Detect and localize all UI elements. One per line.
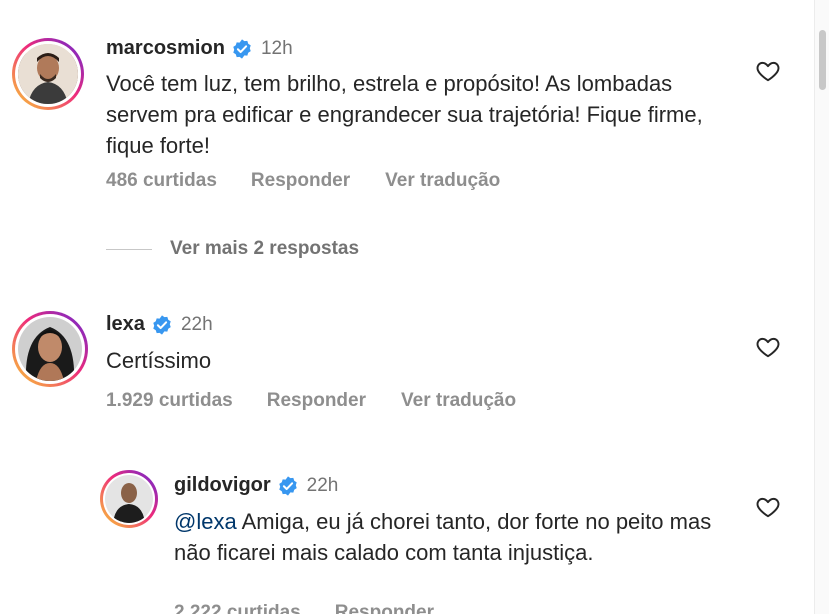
comment-actions: 1.929 curtidas Responder Ver tradução <box>106 390 516 412</box>
mention-link[interactable]: @lexa <box>174 509 237 534</box>
verified-badge-icon <box>233 38 251 59</box>
avatar-photo <box>18 44 78 104</box>
verified-badge-icon <box>153 314 171 335</box>
comment-time: 22h <box>306 474 339 496</box>
heart-icon[interactable] <box>755 494 781 520</box>
comment-header: lexa 22h <box>106 313 213 336</box>
avatar-gildovigor[interactable] <box>100 470 158 528</box>
comment-text: Amiga, eu já chorei tanto, dor forte no … <box>174 509 712 565</box>
avatar-photo <box>18 317 82 381</box>
username[interactable]: lexa <box>106 313 145 336</box>
comment-text: Você tem luz, tem brilho, estrela e prop… <box>106 71 703 158</box>
reply-button[interactable]: Responder <box>251 170 350 192</box>
view-more-replies-label: Ver mais 2 respostas <box>170 238 360 259</box>
username[interactable]: marcosmion <box>106 37 225 60</box>
comment-time: 12h <box>260 37 293 59</box>
likes-count[interactable]: 2.222 curtidas <box>174 602 301 614</box>
comment-header: gildovigor 22h <box>174 474 338 497</box>
reply-button[interactable]: Responder <box>335 602 434 614</box>
translate-button[interactable]: Ver tradução <box>385 170 500 192</box>
view-more-replies-button[interactable]: Ver mais 2 respostas <box>106 238 359 260</box>
avatar-marcosmion[interactable] <box>12 38 84 110</box>
verified-badge-icon <box>278 475 297 496</box>
comment-header: marcosmion 12h <box>106 37 293 60</box>
translate-button[interactable]: Ver tradução <box>401 390 516 412</box>
comment-actions: 2.222 curtidas Responder <box>174 602 434 614</box>
comment-text-block: @lexa Amiga, eu já chorei tanto, dor for… <box>174 506 714 568</box>
comments-page: marcosmion 12h Você tem luz, tem brilho,… <box>0 0 829 614</box>
divider-line <box>106 248 152 250</box>
comment-text: Certíssimo <box>106 348 212 373</box>
avatar-photo <box>105 475 153 523</box>
likes-count[interactable]: 486 curtidas <box>106 170 217 192</box>
heart-icon[interactable] <box>755 334 781 360</box>
comment-actions: 486 curtidas Responder Ver tradução <box>106 170 500 192</box>
username[interactable]: gildovigor <box>174 474 271 497</box>
heart-icon[interactable] <box>755 58 781 84</box>
comment-time: 22h <box>180 313 213 335</box>
scrollbar[interactable] <box>814 0 829 614</box>
scrollbar-thumb[interactable] <box>819 30 826 90</box>
likes-count[interactable]: 1.929 curtidas <box>106 390 233 412</box>
reply-button[interactable]: Responder <box>267 390 366 412</box>
avatar-lexa[interactable] <box>12 311 88 387</box>
